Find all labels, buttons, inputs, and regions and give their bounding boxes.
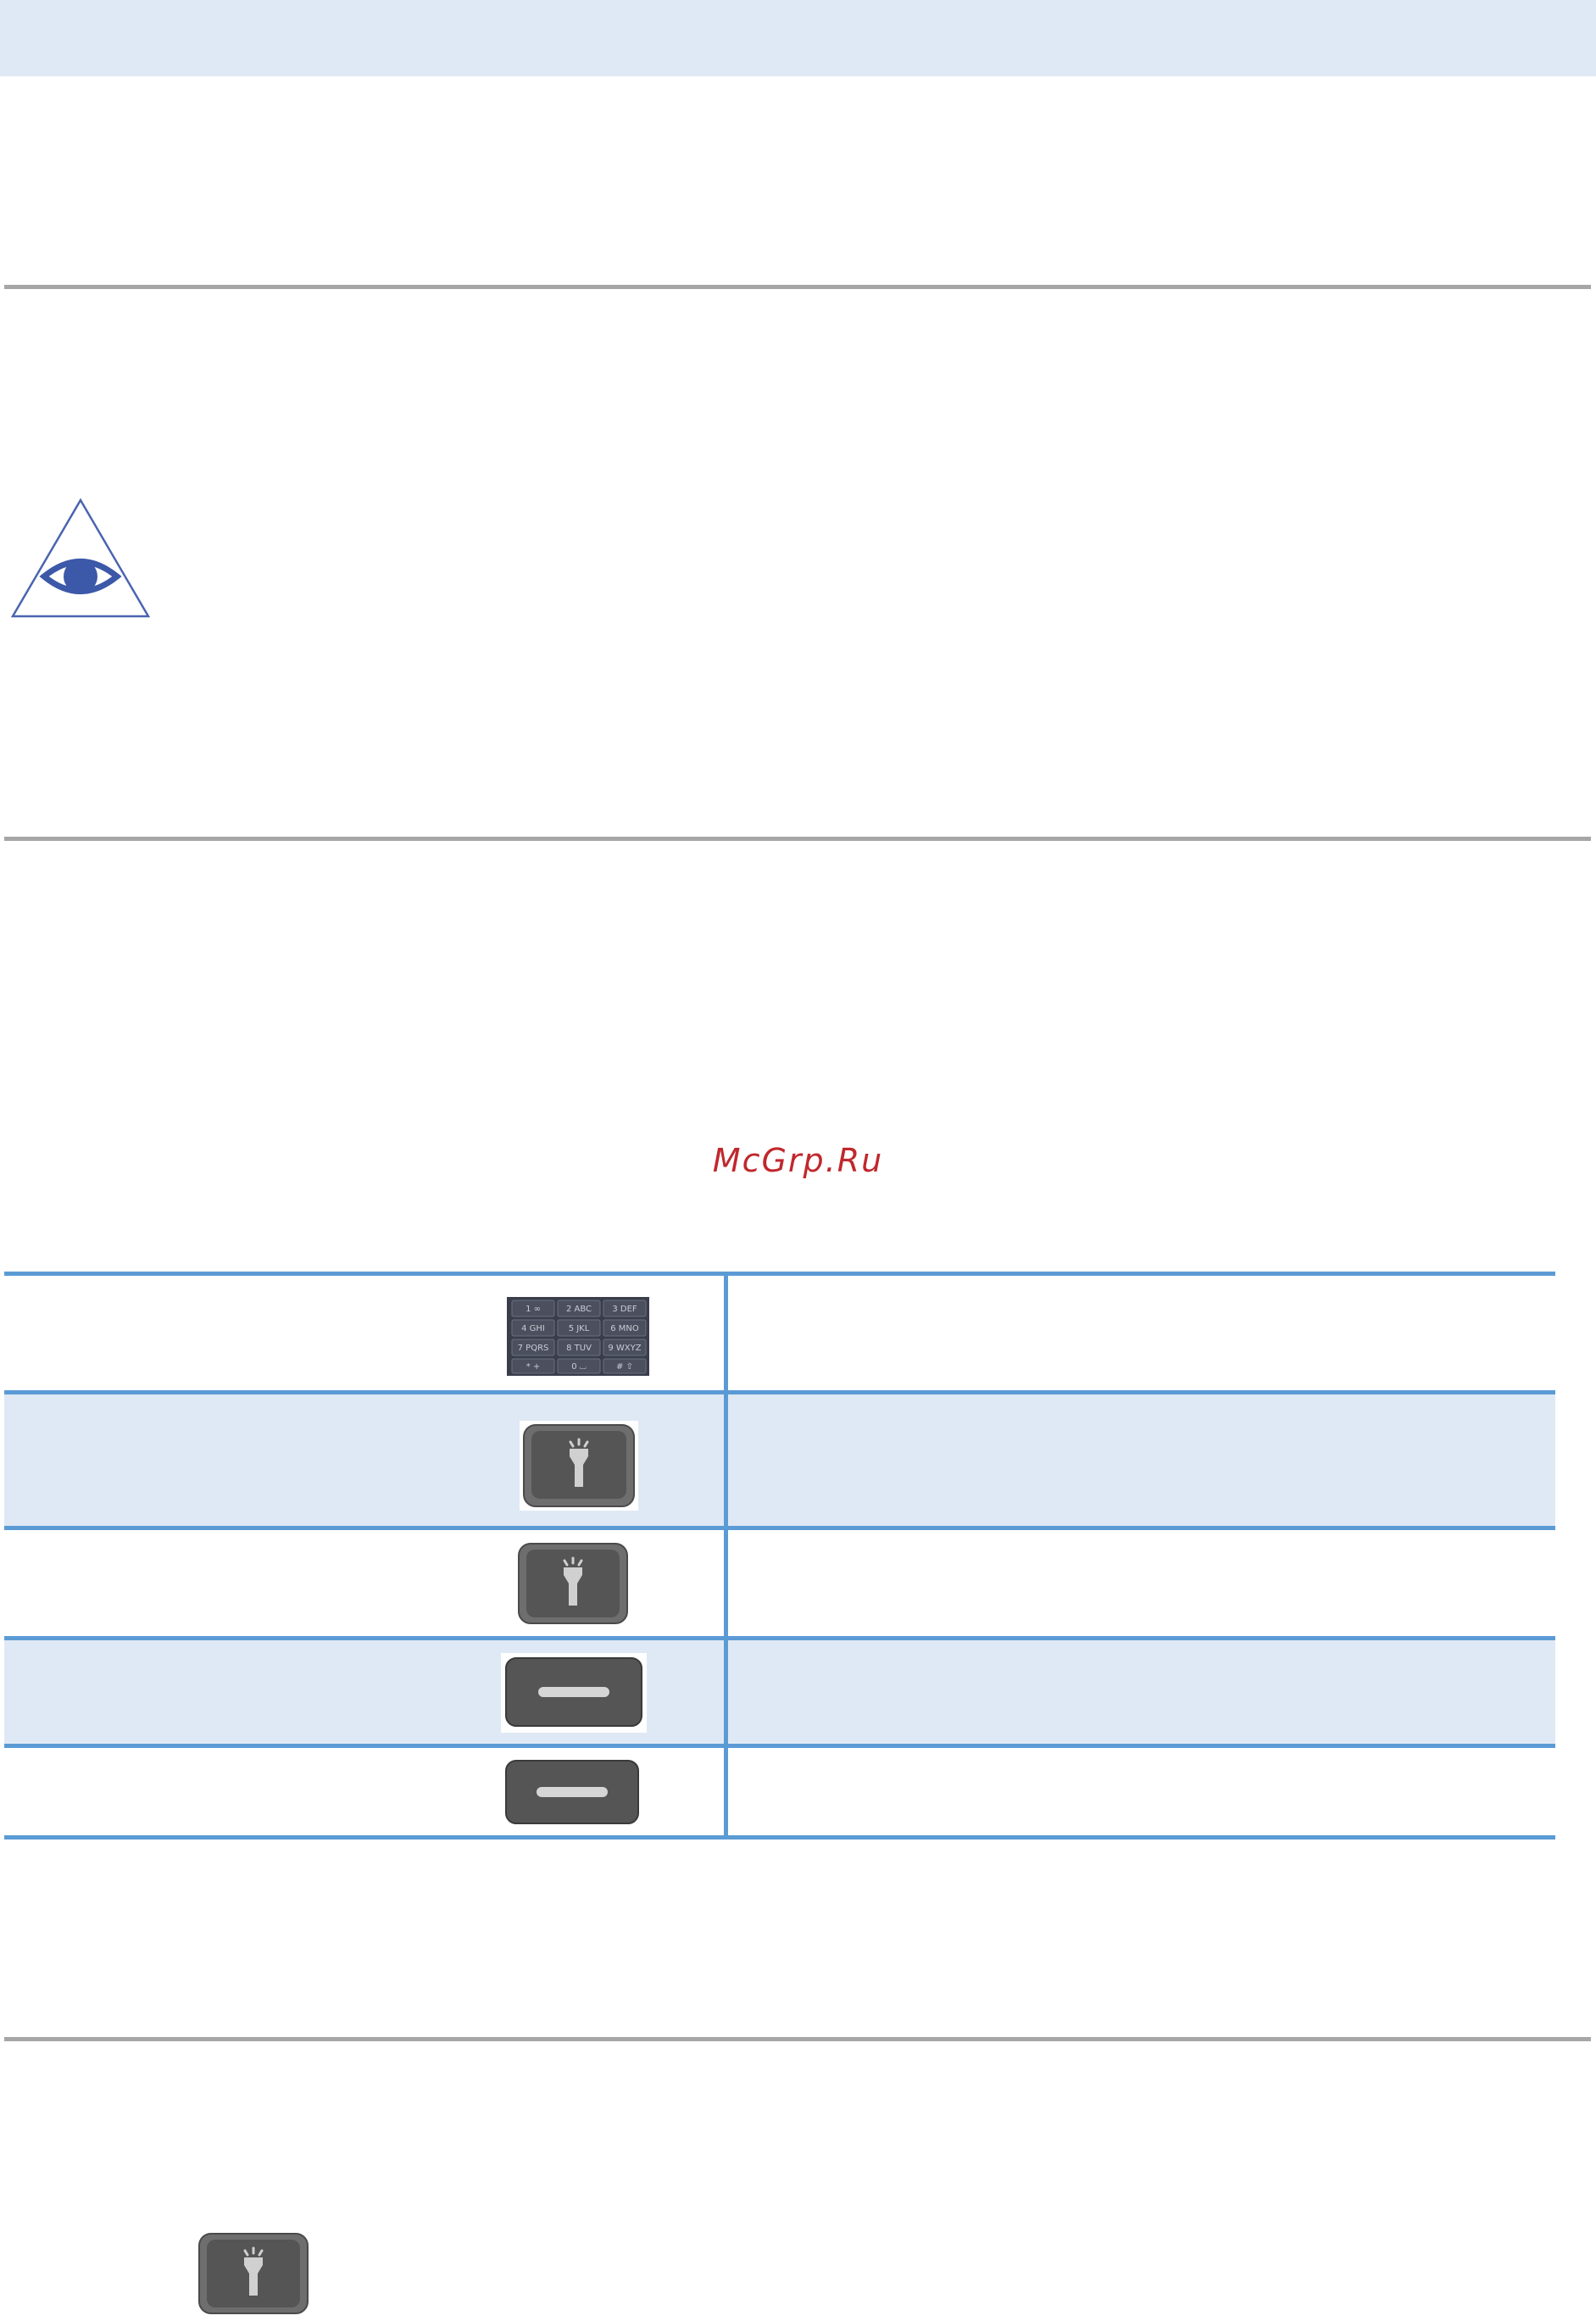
key-1-label: 1 ∞ [526,1305,541,1314]
soft-key-icon [501,1653,647,1733]
table-border [4,1390,1555,1394]
section-divider [4,837,1591,841]
key-table: 1 ∞ 2 ABC 3 DEF 4 GHI 5 JKL 6 MNO 7 PQRS… [4,1272,1555,1840]
key-9-label: 9 WXYZ [608,1344,641,1353]
key-7-label: 7 PQRS [518,1344,549,1353]
key-5-label: 5 JKL [569,1324,590,1333]
table-border [4,1636,1555,1640]
numeric-keypad-icon: 1 ∞ 2 ABC 3 DEF 4 GHI 5 JKL 6 MNO 7 PQRS… [507,1297,649,1376]
key-2-label: 2 ABC [566,1305,592,1314]
watermark-text: McGrp.Ru [712,1142,884,1179]
table-row [4,1392,1555,1528]
section-divider [4,285,1591,289]
table-border [4,1744,1555,1748]
table-border [4,1526,1555,1530]
header-band [0,0,1596,76]
key-star-label: * + [526,1362,541,1372]
key-hash-label: # ⇧ [616,1362,633,1372]
key-0-label: 0 ⌴ [571,1362,587,1372]
flashlight-key-icon [520,1421,638,1511]
flashlight-key-icon [518,1543,628,1624]
section-divider [4,2037,1591,2041]
eye-warning-icon [10,498,151,618]
table-row [4,1638,1555,1744]
table-border [4,1272,1555,1276]
key-3-label: 3 DEF [612,1305,637,1314]
table-column-divider [724,1272,728,1840]
key-4-label: 4 GHI [521,1324,545,1333]
soft-key-icon [505,1760,639,1824]
key-8-label: 8 TUV [566,1344,592,1353]
key-6-label: 6 MNO [610,1324,639,1333]
table-border [4,1835,1555,1840]
flashlight-key-icon [198,2233,309,2314]
